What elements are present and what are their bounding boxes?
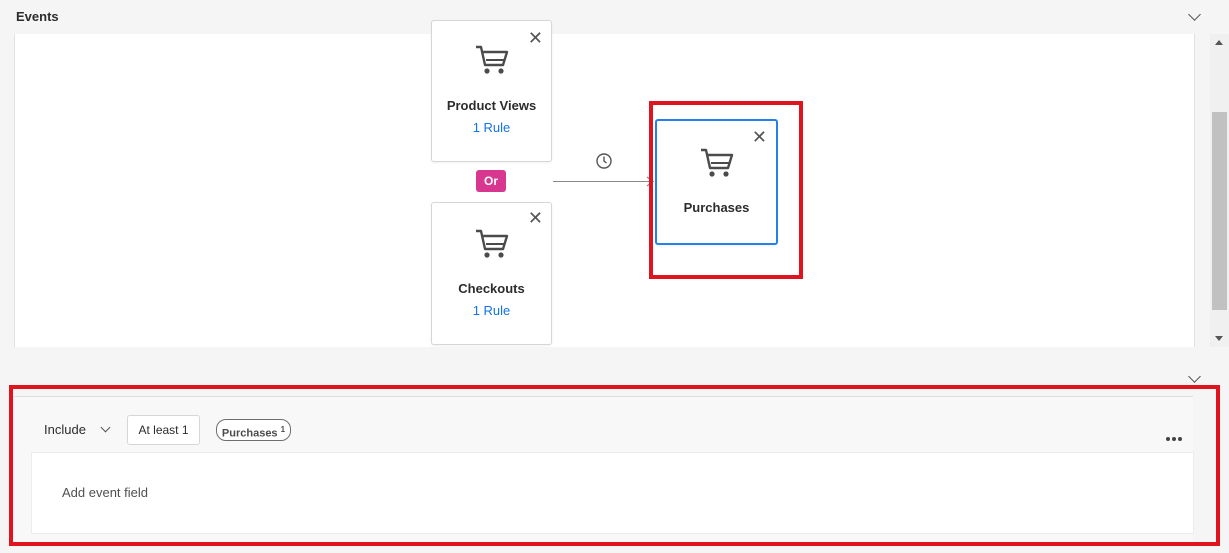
sequence-connector	[553, 181, 653, 182]
card-title: Checkouts	[458, 281, 525, 296]
card-rule-link[interactable]: 1 Rule	[432, 120, 551, 135]
card-title: Product Views	[446, 98, 537, 113]
shopping-cart-icon	[475, 229, 508, 258]
highlight-box	[649, 101, 803, 279]
event-canvas	[14, 34, 1195, 347]
close-icon[interactable]: ✕	[528, 29, 543, 47]
highlight-box	[9, 385, 1220, 546]
section-title: Events	[16, 9, 59, 24]
chevron-down-icon[interactable]	[1188, 370, 1201, 383]
scroll-up-icon[interactable]	[1215, 40, 1223, 45]
event-card-checkouts[interactable]: Checkouts 1 Rule ✕	[431, 202, 552, 345]
scroll-thumb[interactable]	[1212, 112, 1227, 310]
chevron-down-icon[interactable]	[1188, 8, 1201, 21]
or-badge[interactable]: Or	[476, 170, 506, 192]
scroll-down-icon[interactable]	[1215, 336, 1223, 341]
card-rule-link[interactable]: 1 Rule	[432, 303, 551, 318]
close-icon[interactable]: ✕	[528, 209, 543, 227]
event-card-product-views[interactable]: Product Views 1 Rule ✕	[431, 20, 552, 162]
shopping-cart-icon	[475, 45, 508, 74]
clock-icon[interactable]	[595, 152, 613, 170]
